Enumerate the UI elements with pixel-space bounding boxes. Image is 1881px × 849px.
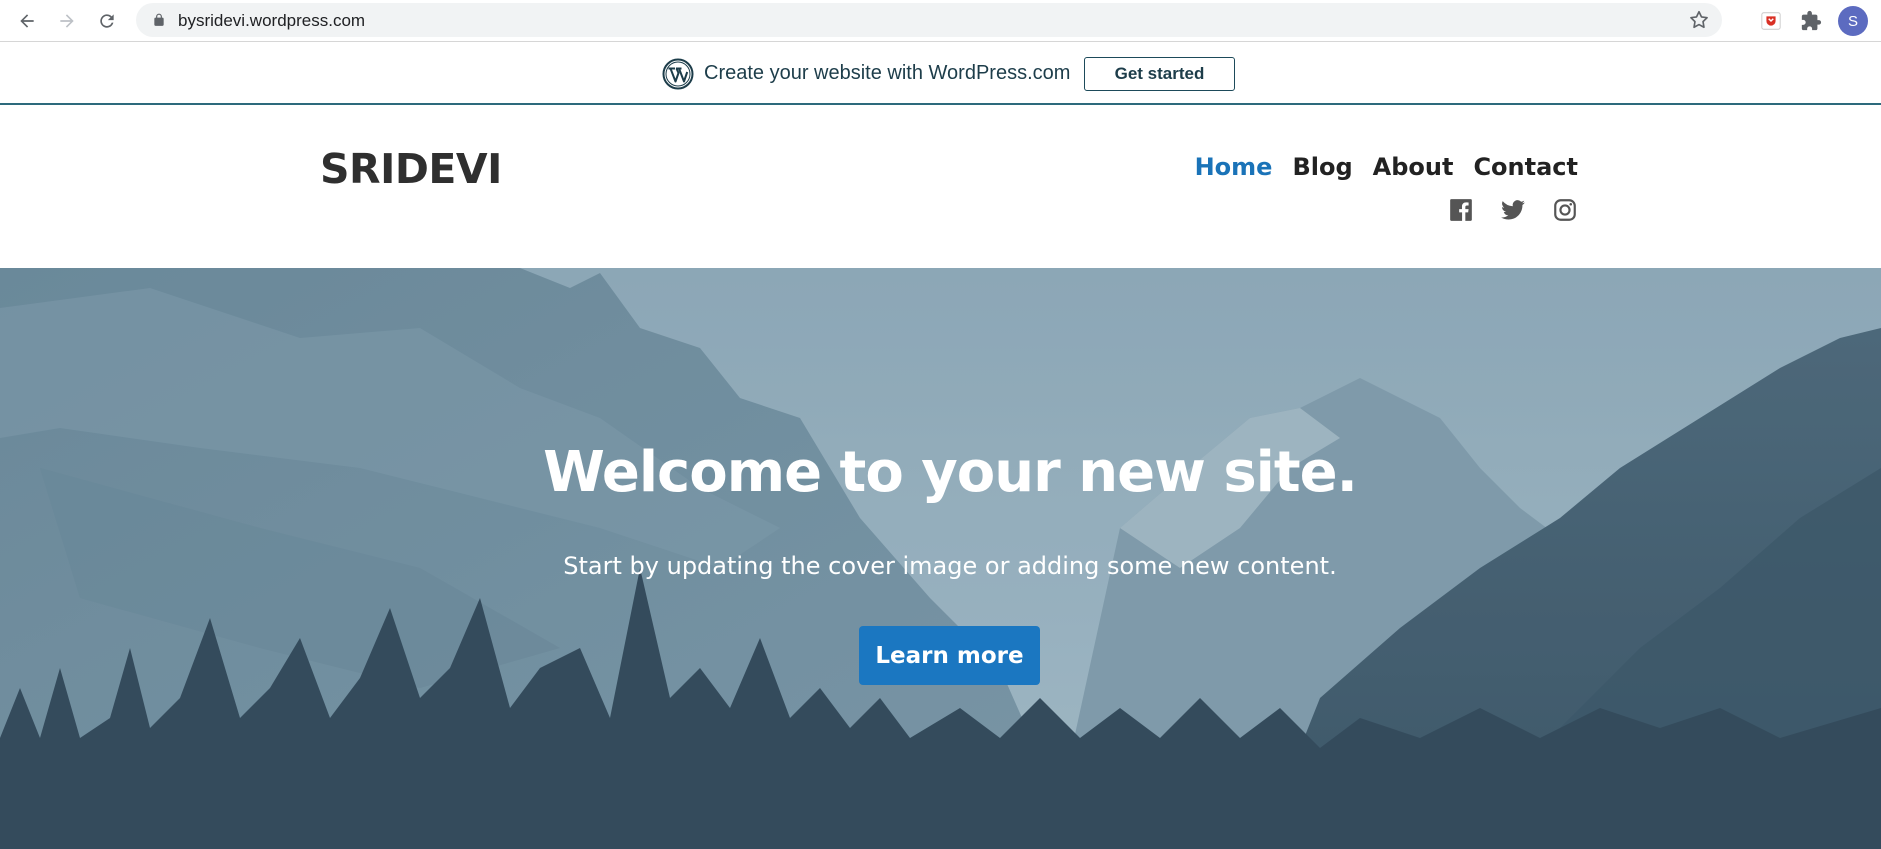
hero-subtitle: Start by updating the cover image or add… [563, 552, 1337, 580]
instagram-icon[interactable] [1552, 197, 1578, 223]
hero-title: Welcome to your new site. [543, 440, 1358, 505]
puzzle-icon [1801, 10, 1822, 31]
browser-toolbar: bysridevi.wordpress.com S [0, 0, 1881, 42]
url-text[interactable]: bysridevi.wordpress.com [178, 11, 365, 31]
facebook-icon[interactable] [1448, 197, 1474, 223]
address-bar[interactable]: bysridevi.wordpress.com [136, 3, 1722, 37]
reload-icon [100, 14, 114, 28]
menu-item-contact[interactable]: Contact [1473, 153, 1578, 181]
lock-icon [154, 13, 164, 26]
forward-button[interactable] [52, 6, 82, 36]
get-started-button[interactable]: Get started [1084, 57, 1235, 91]
menu-item-blog[interactable]: Blog [1292, 153, 1352, 181]
forward-icon [60, 14, 74, 28]
site-title[interactable]: SRIDEVI [320, 145, 502, 193]
profile-avatar[interactable]: S [1838, 6, 1868, 36]
learn-more-button[interactable]: Learn more [859, 626, 1040, 685]
back-icon [20, 14, 34, 28]
extensions-menu-button[interactable] [1798, 8, 1824, 34]
profile-initial: S [1847, 12, 1858, 30]
reload-button[interactable] [92, 6, 122, 36]
wordpress-promo-banner: Create your website with WordPress.com G… [0, 43, 1881, 105]
promo-text: Create your website with WordPress.com [704, 62, 1071, 84]
extension-button[interactable] [1758, 8, 1784, 34]
site-header: SRIDEVI Home Blog About Contact [0, 107, 1881, 268]
wordpress-logo-icon [662, 58, 694, 90]
menu-item-home[interactable]: Home [1195, 153, 1273, 181]
back-button[interactable] [12, 6, 42, 36]
twitter-icon[interactable] [1500, 197, 1526, 223]
star-icon[interactable] [1688, 9, 1710, 31]
extension-icon [1761, 12, 1781, 30]
social-links [1448, 197, 1578, 223]
hero-cover: Welcome to your new site. Start by updat… [0, 268, 1881, 849]
menu-item-about[interactable]: About [1373, 153, 1454, 181]
primary-menu: Home Blog About Contact [1195, 153, 1578, 181]
